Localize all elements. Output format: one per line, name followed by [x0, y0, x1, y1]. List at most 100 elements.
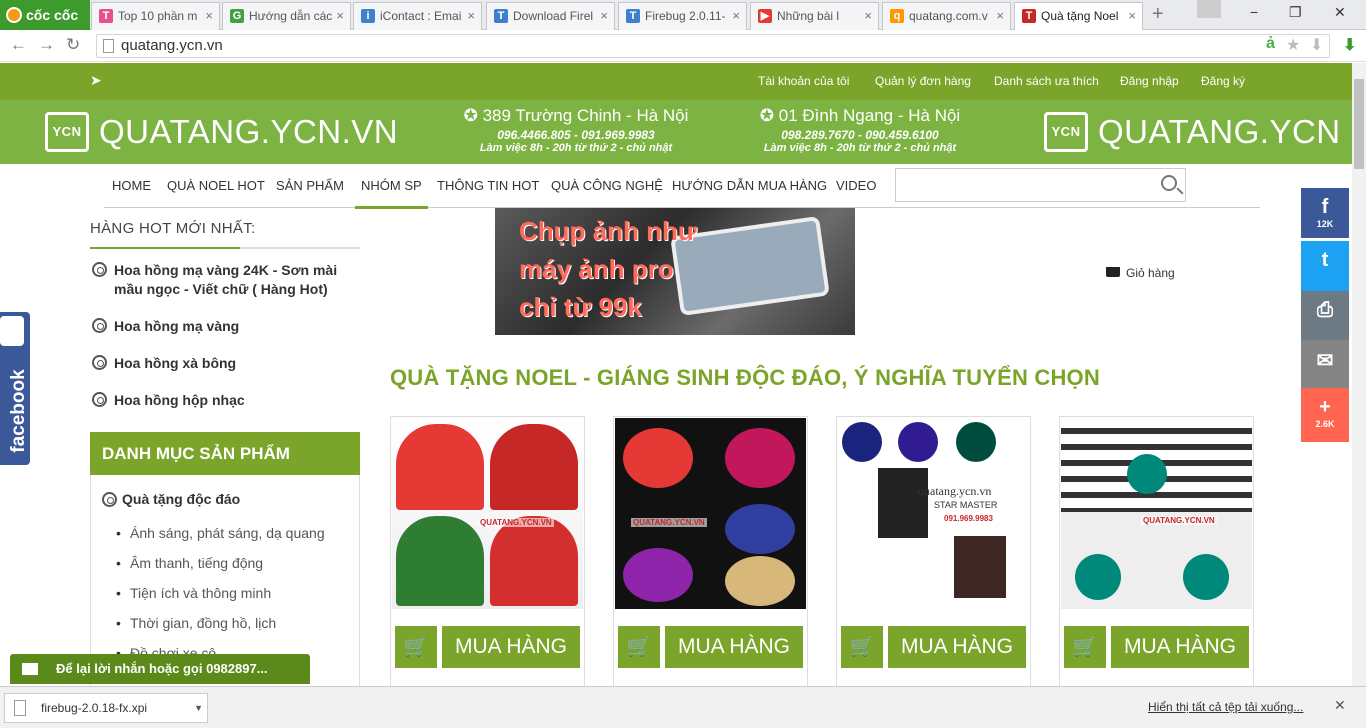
forward-icon[interactable]: →	[38, 35, 55, 55]
scrollbar-thumb[interactable]	[1354, 79, 1364, 169]
category-item[interactable]: Quà tặng độc đáo	[102, 491, 240, 507]
browser-tab[interactable]: G Hướng dẫn các ×	[222, 2, 351, 30]
menu-qua-noel-hot[interactable]: QUÀ NOEL HOT	[167, 178, 265, 193]
scrollbar[interactable]	[1352, 63, 1366, 686]
ad-line-1: Chụp ảnh như	[519, 216, 697, 246]
product-card[interactable]: QUATANG.YCN.VN 🛒 MUA HÀNG	[613, 416, 808, 688]
share-more-button[interactable]: +2.6K	[1301, 388, 1349, 442]
login-link[interactable]: Đăng nhập	[1120, 74, 1179, 88]
watermark: quatang.ycn.vn	[918, 484, 992, 498]
buy-button[interactable]: MUA HÀNG	[888, 626, 1026, 668]
chevron-down-icon[interactable]: ▼	[194, 694, 203, 722]
orders-link[interactable]: Quản lý đơn hàng	[875, 74, 971, 88]
buy-button[interactable]: MUA HÀNG	[665, 626, 803, 668]
product-card[interactable]: quatang.ycn.vn STAR MASTER 091.969.9983 …	[836, 416, 1031, 688]
tab-close-icon[interactable]: ×	[1128, 3, 1136, 29]
product-card[interactable]: QUATANG.YCN.VN 🛒 MUA HÀNG	[390, 416, 585, 688]
subcategory-item[interactable]: Âm thanh, tiếng động	[116, 555, 263, 571]
back-icon[interactable]: ←	[10, 35, 27, 55]
subcategory-item[interactable]: Thời gian, đồng hồ, lịch	[116, 615, 276, 631]
add-to-cart-icon[interactable]: 🛒	[841, 626, 883, 668]
browser-tab[interactable]: T Download Firel ×	[486, 2, 615, 30]
menu-qua-cong-nghe[interactable]: QUÀ CÔNG NGHỆ	[551, 178, 663, 193]
site-logo-right: YCN QUATANG.YCN	[1044, 110, 1352, 154]
menu-thong-tin-hot[interactable]: THÔNG TIN HOT	[437, 178, 539, 193]
subcategory-item[interactable]: Tiện ích và thông minh	[116, 585, 271, 601]
browser-tab[interactable]: i iContact : Emai ×	[353, 2, 482, 30]
hot-item[interactable]: Hoa hồng mạ vàng 24K - Sơn mài mầu ngọc …	[92, 261, 360, 299]
hot-item[interactable]: Hoa hồng xà bông	[92, 354, 362, 373]
wishlist-link[interactable]: Danh sách ưa thích	[994, 74, 1099, 88]
subcategory-label: Ánh sáng, phát sáng, dạ quang	[130, 525, 325, 541]
hot-item[interactable]: Hoa hồng hộp nhạc	[92, 391, 362, 410]
menu-nhom-sp[interactable]: NHÓM SP	[355, 178, 428, 209]
address-1-title: 389 Trường Chinh - Hà Nội	[482, 106, 689, 125]
message-bar[interactable]: Để lại lời nhắn hoặc gọi 0982897...	[10, 654, 310, 684]
reload-icon[interactable]: ↻	[66, 35, 80, 55]
tab-close-icon[interactable]: ×	[864, 3, 872, 29]
tab-close-icon[interactable]: ×	[336, 3, 344, 29]
product-image[interactable]: QUATANG.YCN.VN	[392, 418, 583, 609]
twitter-icon: t	[1321, 249, 1329, 271]
tab-label: Download Firel	[513, 9, 594, 23]
download-video-icon[interactable]: ⬇	[1310, 35, 1323, 55]
email-button[interactable]: ✉	[1301, 340, 1349, 390]
downloads-icon[interactable]: ⬇	[1343, 35, 1356, 55]
tab-close-icon[interactable]: ×	[467, 3, 475, 29]
menu-home[interactable]: HOME	[112, 178, 151, 193]
url-input[interactable]: quatang.ycn.vn	[96, 34, 1330, 58]
hot-item-label: Hoa hồng mạ vàng 24K - Sơn mài mầu ngọc …	[114, 262, 338, 297]
menu-san-pham[interactable]: SẢN PHẨM	[276, 178, 344, 193]
tab-close-icon[interactable]: ×	[600, 3, 608, 29]
browser-logo[interactable]: cốc cốc	[0, 0, 90, 30]
maximize-button[interactable]: ❐	[1289, 4, 1302, 21]
add-to-cart-icon[interactable]: 🛒	[395, 626, 437, 668]
menu-video[interactable]: VIDEO	[836, 178, 876, 193]
minimize-button[interactable]: −	[1250, 4, 1258, 20]
account-link[interactable]: Tài khoản của tôi	[758, 74, 849, 88]
tab-close-icon[interactable]: ×	[732, 3, 740, 29]
bookmark-star-icon[interactable]: ★	[1286, 35, 1300, 55]
browser-tab[interactable]: T Top 10 phần m ×	[91, 2, 220, 30]
tab-close-icon[interactable]: ×	[996, 3, 1004, 29]
product-image[interactable]: QUATANG.YCN.VN	[1061, 418, 1252, 609]
register-link[interactable]: Đăng ký	[1201, 74, 1245, 88]
browser-tab[interactable]: q quatang.com.v ×	[882, 2, 1011, 30]
search-icon[interactable]	[1161, 175, 1177, 191]
tab-close-icon[interactable]: ×	[205, 3, 213, 29]
product-image[interactable]: QUATANG.YCN.VN	[615, 418, 806, 609]
menu-huong-dan[interactable]: HƯỚNG DẪN MUA HÀNG	[672, 178, 827, 193]
close-window-button[interactable]: ✕	[1334, 4, 1346, 21]
print-button[interactable]: ⎙	[1301, 291, 1349, 341]
add-to-cart-icon[interactable]: 🛒	[1064, 626, 1106, 668]
subcategory-item[interactable]: Ánh sáng, phát sáng, dạ quang	[116, 525, 325, 541]
location-icon: ✪	[463, 106, 483, 125]
close-icon[interactable]: ✕	[1334, 697, 1346, 714]
download-item[interactable]: firebug-2.0.18-fx.xpi ▼	[4, 693, 208, 723]
browser-tab[interactable]: T Quà tặng Noel ×	[1014, 2, 1143, 30]
cart-link[interactable]: Giỏ hàng	[1106, 266, 1175, 280]
tab-favicon-icon: T	[99, 9, 113, 23]
product-card[interactable]: QUATANG.YCN.VN 🛒 MUA HÀNG	[1059, 416, 1254, 688]
ad-banner[interactable]: Chụp ảnh như máy ảnh pro chỉ từ 99k	[495, 208, 855, 335]
facebook-side-label: facebook	[8, 369, 29, 453]
browser-tab[interactable]: ▶ Những bài l ×	[750, 2, 879, 30]
site-logo[interactable]: YCN QUATANG.YCN.VN	[45, 110, 398, 154]
new-tab-button[interactable]: +	[1152, 3, 1164, 26]
product-image[interactable]: quatang.ycn.vn STAR MASTER 091.969.9983	[838, 418, 1029, 609]
buy-button[interactable]: MUA HÀNG	[1111, 626, 1249, 668]
paper-plane-icon[interactable]: ➤	[90, 72, 102, 89]
show-all-downloads-link[interactable]: Hiển thị tất cả tệp tải xuống...	[1148, 700, 1303, 714]
address-2-title: 01 Đình Ngang - Hà Nội	[778, 106, 961, 125]
share-facebook-button[interactable]: f 12K	[1301, 188, 1349, 238]
translate-icon[interactable]: ả	[1266, 35, 1275, 53]
browser-tab[interactable]: T Firebug 2.0.11- ×	[618, 2, 747, 30]
share-twitter-button[interactable]: t	[1301, 241, 1349, 291]
facebook-side-tab[interactable]: facebook	[0, 312, 30, 465]
search-input[interactable]	[895, 168, 1186, 202]
buy-button[interactable]: MUA HÀNG	[442, 626, 580, 668]
hot-item[interactable]: Hoa hồng mạ vàng	[92, 317, 362, 336]
add-to-cart-icon[interactable]: 🛒	[618, 626, 660, 668]
profile-icon[interactable]	[1197, 0, 1221, 18]
download-bar: firebug-2.0.18-fx.xpi ▼ Hiển thị tất cả t…	[0, 686, 1366, 728]
